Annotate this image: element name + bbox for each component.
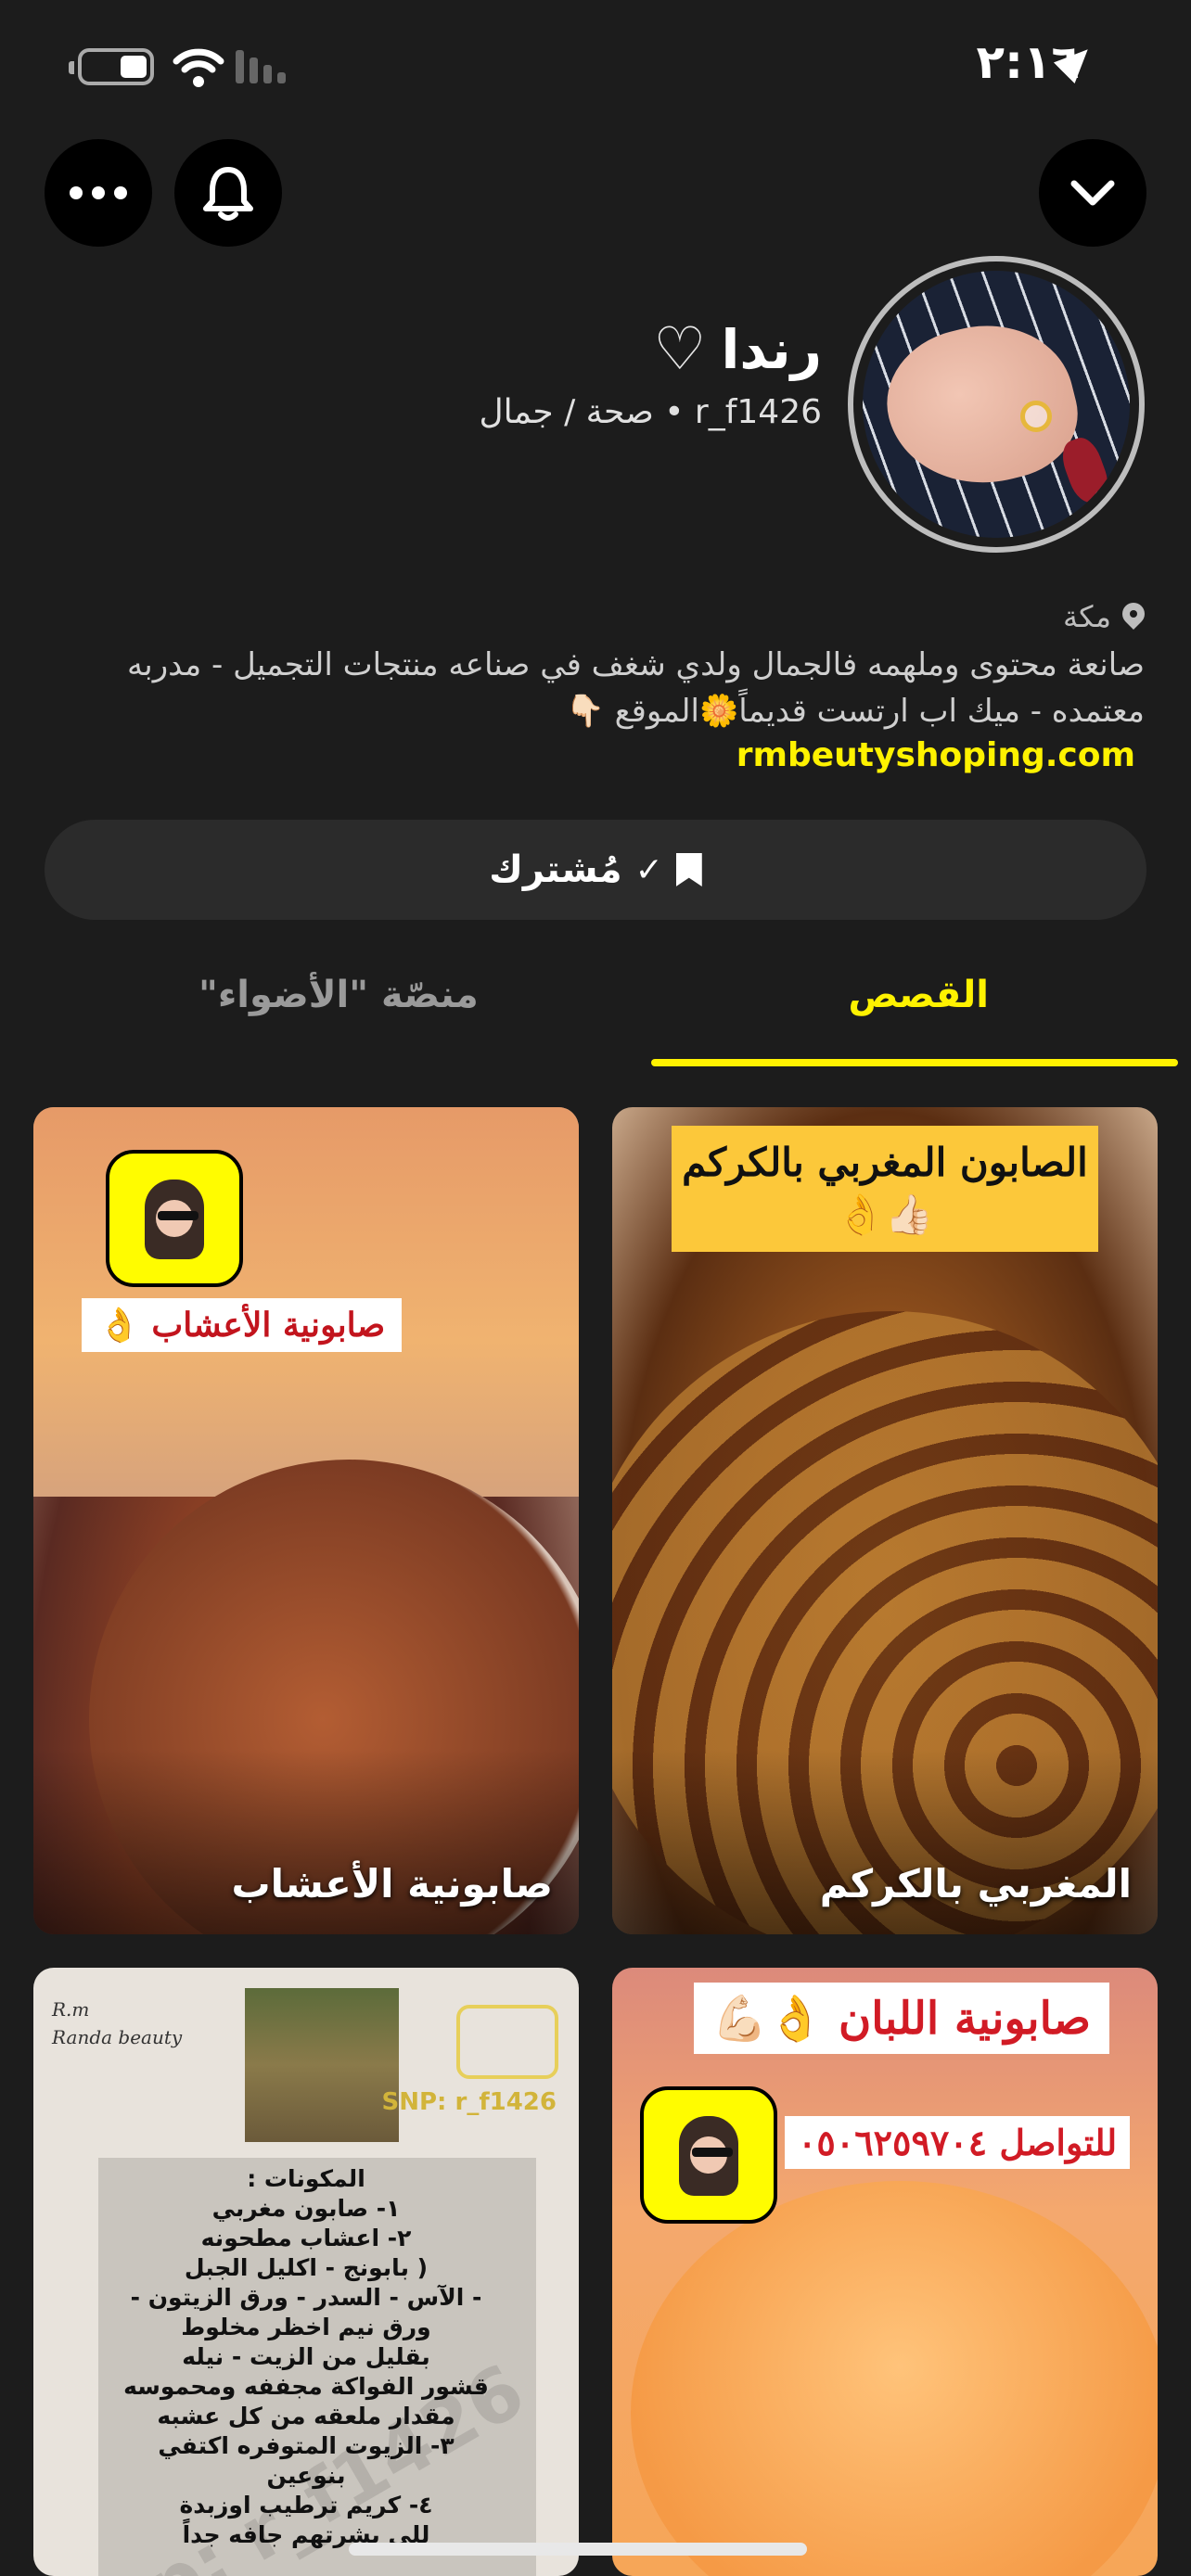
profile-handle: r_f1426 • صحة / جمال <box>479 393 822 431</box>
profile-bio: صانعة محتوى وملهمه فالجمال ولدي شغف في ص… <box>127 646 1145 730</box>
battery-icon <box>69 48 154 85</box>
check-icon: ✓ <box>634 850 663 889</box>
contact-label: للتواصل ٠٥٠٦٢٥٩٧٠٤ <box>785 2116 1131 2169</box>
tab-stories[interactable]: القصص <box>848 974 989 1016</box>
home-indicator[interactable] <box>349 2543 807 2556</box>
profile-name: رندا ♡ <box>653 315 822 384</box>
story-card[interactable]: R.m Randa beauty SNP: r_f1426 المكونات :… <box>33 1968 579 2576</box>
chevron-down-icon <box>1070 180 1115 206</box>
avatar-image <box>863 271 1130 538</box>
brand-logo: R.m Randa beauty <box>52 1998 183 2048</box>
profile-name-text: رندا <box>721 318 822 381</box>
more-button[interactable] <box>45 139 152 247</box>
subscribe-label: مُشترك <box>489 848 622 891</box>
story-thumbnail <box>245 1988 399 2142</box>
wifi-icon <box>173 48 224 87</box>
subscribed-button[interactable]: ✓ مُشترك <box>45 820 1146 920</box>
bookmark-icon <box>675 853 702 886</box>
profile-avatar[interactable] <box>848 256 1145 553</box>
story-card[interactable]: صابونية اللبان 👌💪🏻 للتواصل ٠٥٠٦٢٥٩٧٠٤ <box>612 1968 1158 2576</box>
story-card[interactable]: الصابون المغربي بالكركم 👍🏻👌 المغربي بالك… <box>612 1107 1158 1934</box>
heart-icon: ♡ <box>653 315 707 384</box>
collapse-button[interactable] <box>1039 139 1146 247</box>
story-caption: صابونية الأعشاب <box>231 1861 553 1906</box>
status-time: ٢:١٦ <box>976 35 1080 89</box>
story-overlay-label: صابونية اللبان 👌💪🏻 <box>693 1983 1109 2054</box>
bell-icon <box>203 167 253 221</box>
story-card[interactable]: صابونية الأعشاب 👌 صابونية الأعشاب <box>33 1107 579 1934</box>
status-bar: ٢:١٦ <box>0 0 1191 130</box>
snapcode-icon <box>106 1150 243 1287</box>
story-caption: المغربي بالكركم <box>819 1861 1132 1906</box>
active-tab-indicator <box>651 1059 1178 1066</box>
story-overlay-label: صابونية الأعشاب 👌 <box>82 1298 403 1352</box>
location-pin-icon <box>1122 603 1145 631</box>
profile-website-link[interactable]: rmbeutyshoping.com <box>736 736 1135 774</box>
notifications-button[interactable] <box>174 139 282 247</box>
camera-icon <box>456 2005 558 2079</box>
location-text: مكة <box>1063 599 1111 634</box>
profile-location: مكة <box>1063 599 1145 634</box>
story-overlay-label: الصابون المغربي بالكركم 👍🏻👌 <box>672 1126 1098 1252</box>
tab-spotlight[interactable]: منصّة "الأضواء" <box>198 974 479 1016</box>
snapcode-icon <box>640 2086 777 2224</box>
more-icon <box>70 186 127 199</box>
cellular-signal-icon <box>236 50 286 83</box>
snap-username: SNP: r_f1426 <box>381 2088 557 2116</box>
